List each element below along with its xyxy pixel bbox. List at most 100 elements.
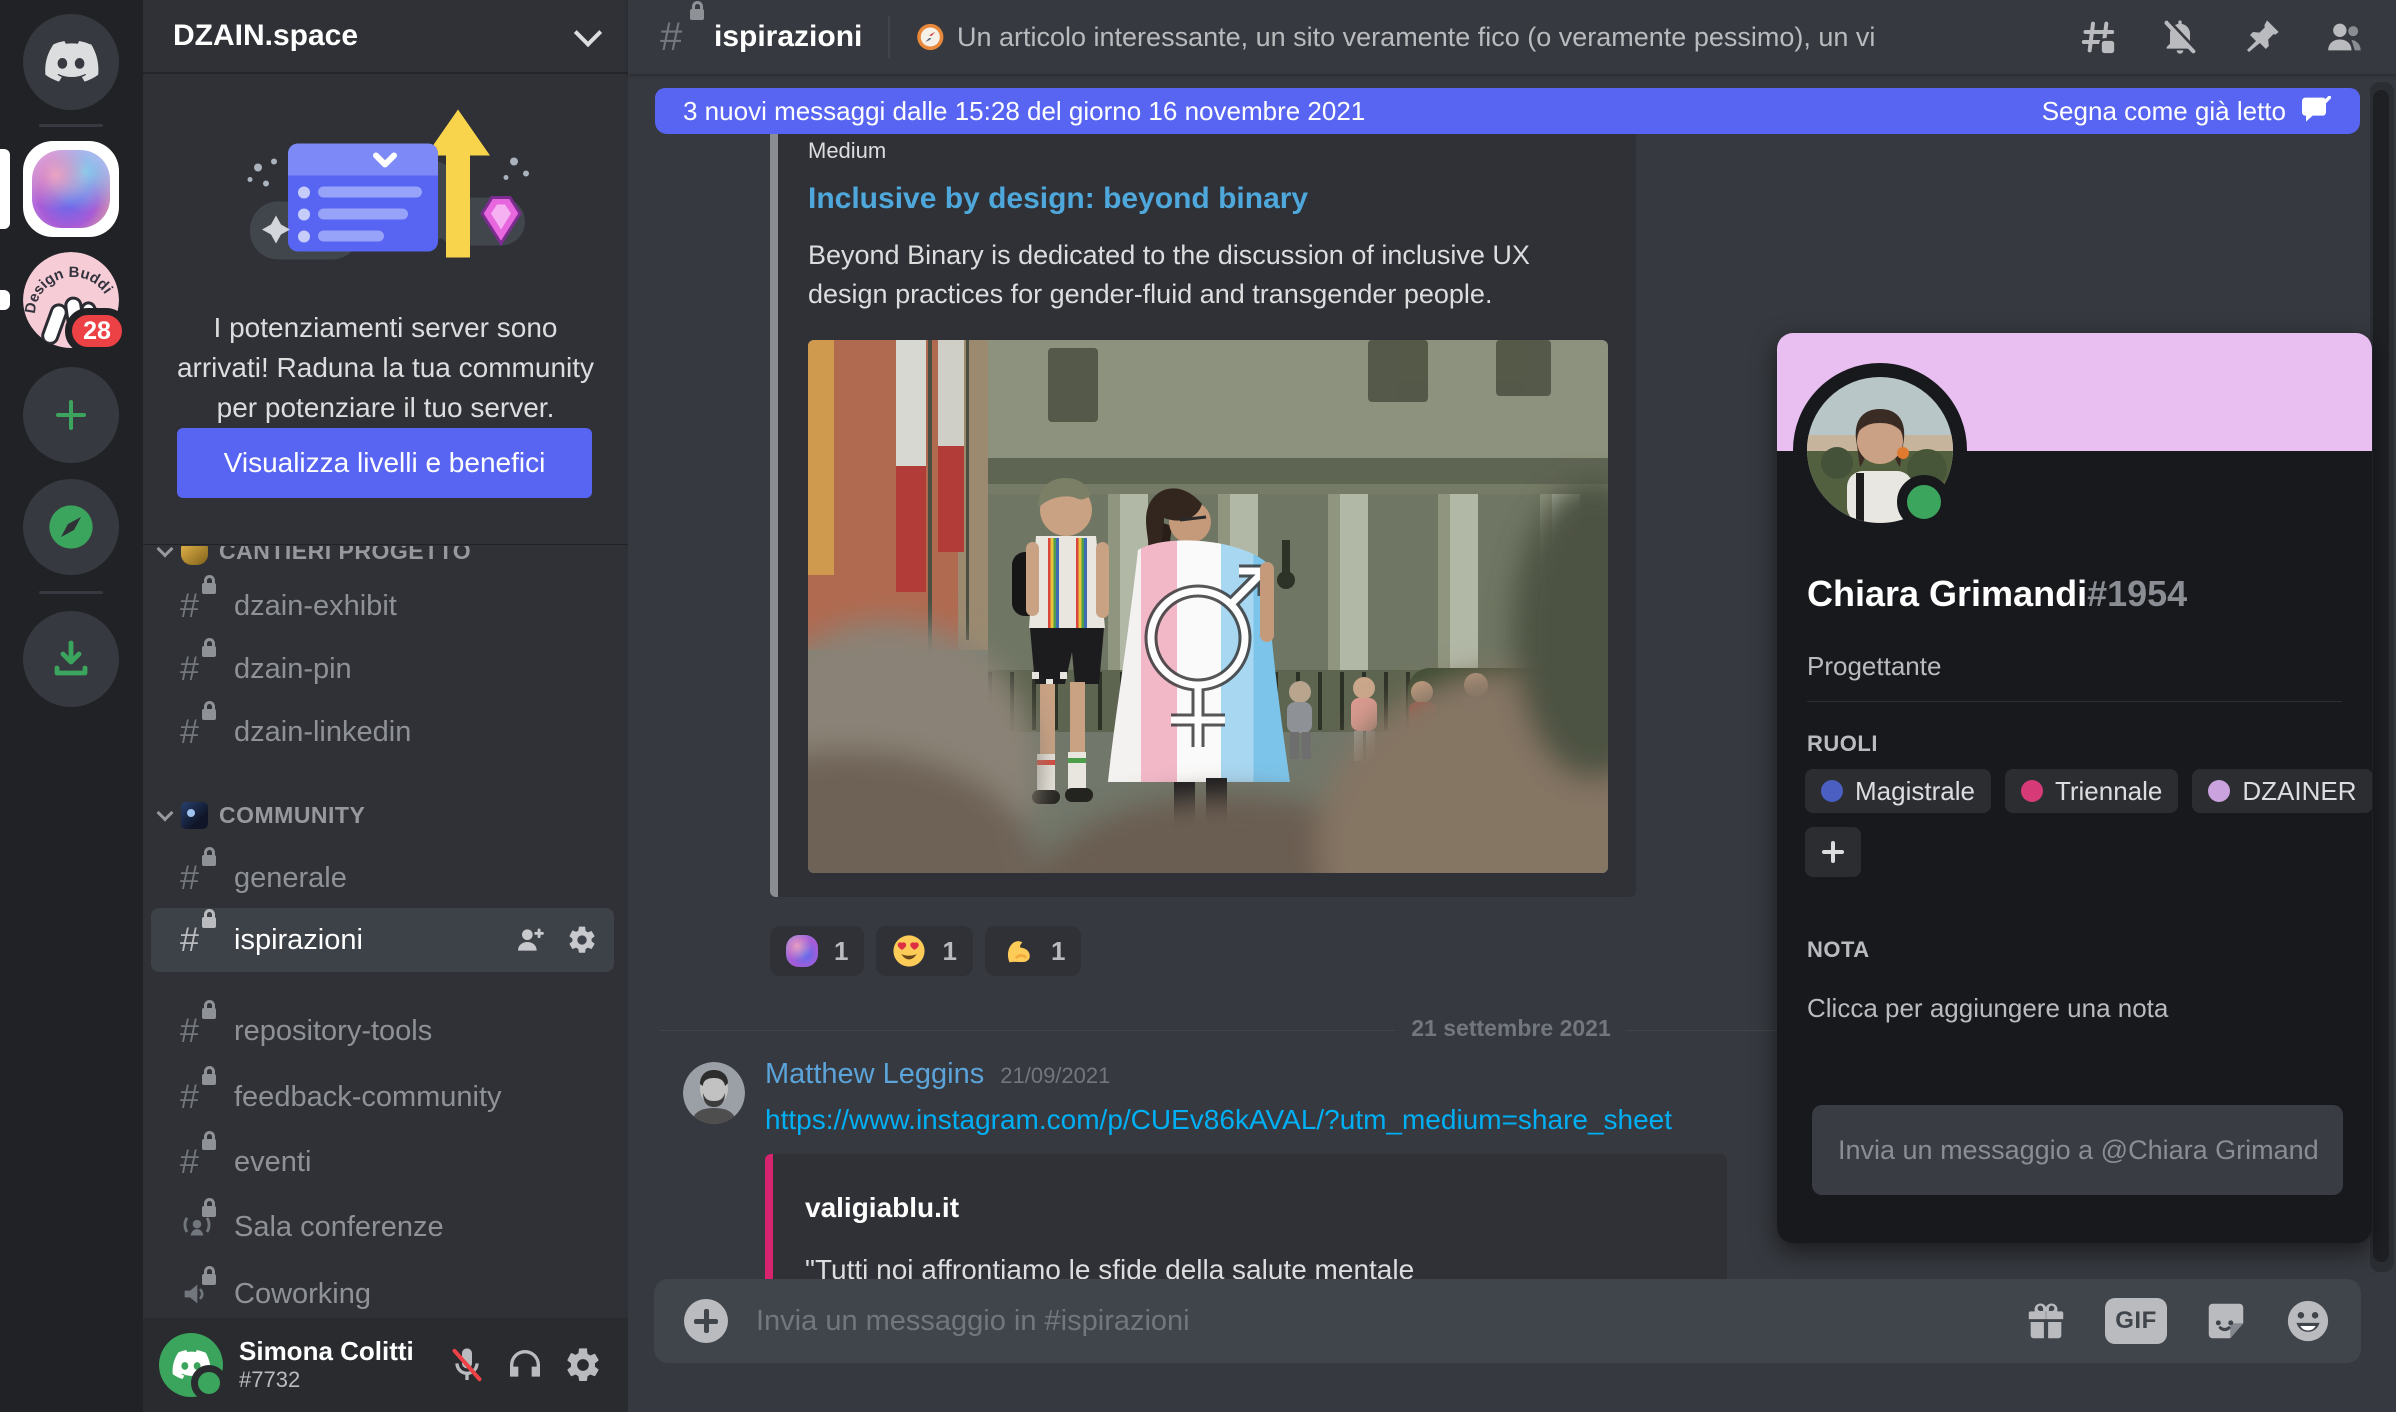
pinned-messages-button[interactable]	[2242, 17, 2282, 57]
user-discriminator: #7732	[239, 1367, 414, 1392]
heart-eyes-emoji	[892, 934, 926, 968]
sticker-picker-button[interactable]	[2203, 1298, 2249, 1344]
boost-cta-button[interactable]: Visualizza livelli e benefici	[177, 428, 592, 498]
hash-lock-icon: #	[180, 587, 218, 626]
rail-separator	[39, 124, 103, 127]
channel-topic[interactable]: Un articolo interessante, un sito verame…	[916, 20, 1876, 54]
dzain-blob-logo	[32, 150, 110, 228]
channel-generale[interactable]: # generale	[151, 847, 614, 909]
medium-embed: Medium Inclusive by design: beyond binar…	[770, 118, 1636, 897]
reaction-flex[interactable]: 1	[985, 926, 1081, 976]
channel-sidebar: DZAIN.space I potenziamenti server sono …	[143, 0, 628, 1412]
role-pill-triennale: Triennale	[2005, 769, 2178, 813]
embed-provider: Medium	[808, 138, 1608, 164]
channel-eventi[interactable]: # eventi	[151, 1131, 614, 1193]
hash-lock-icon: #	[660, 15, 704, 60]
server-icon-design-buddies[interactable]: Design Buddies 28	[23, 252, 119, 348]
online-status-dot	[1897, 475, 1951, 529]
channel-dzain-linkedin[interactable]: # dzain-linkedin	[151, 701, 614, 763]
hash-lock-icon: #	[180, 1012, 218, 1051]
channel-list: CANTIERI PROGETTO # dzain-exhibit # dzai…	[143, 546, 628, 1318]
discord-app: Design Buddies 28 DZAIN.space	[0, 0, 2396, 1412]
rail-separator	[39, 591, 103, 594]
embed-description: Beyond Binary is dedicated to the discus…	[808, 236, 1568, 314]
mention-badge: 28	[65, 308, 129, 354]
attach-plus-icon[interactable]	[684, 1299, 728, 1343]
hash-lock-icon: #	[180, 1078, 218, 1117]
channel-sala-conferenze[interactable]: Sala conferenze	[151, 1196, 614, 1258]
hash-lock-icon: #	[180, 650, 218, 689]
server-rail: Design Buddies 28	[0, 0, 143, 1412]
category-community[interactable]: COMMUNITY	[157, 800, 614, 830]
channel-coworking[interactable]: Coworking	[151, 1263, 614, 1318]
dzain-blob-emoji	[786, 935, 818, 967]
invite-people-icon[interactable]	[514, 924, 546, 956]
threads-button[interactable]	[2078, 17, 2118, 57]
user-settings-button[interactable]	[554, 1336, 612, 1394]
role-dot	[2208, 780, 2230, 802]
microphone-muted-icon	[447, 1345, 487, 1385]
gif-icon: GIF	[2105, 1298, 2167, 1344]
username: Simona Colitti	[239, 1337, 414, 1367]
server-header[interactable]: DZAIN.space	[143, 0, 628, 74]
download-apps-button[interactable]	[23, 611, 119, 707]
reactions-row: 1 1 1	[770, 926, 1081, 976]
user-identity[interactable]: Simona Colitti #7732	[239, 1337, 414, 1392]
reaction-heart-eyes[interactable]: 1	[876, 926, 972, 976]
pin-icon	[2242, 17, 2282, 57]
emoji-picker-button[interactable]	[2285, 1298, 2331, 1344]
dm-input[interactable]: Invia un messaggio a @Chiara Grimandi	[1812, 1105, 2343, 1195]
instagram-link[interactable]: https://www.instagram.com/p/CUEv86kAVAL/…	[765, 1104, 1672, 1136]
hash-lock-icon: #	[180, 1143, 218, 1182]
channel-repository-tools[interactable]: # repository-tools	[151, 1000, 614, 1062]
embed-image[interactable]	[808, 340, 1608, 873]
message-input-bar[interactable]: Invia un messaggio in #ispirazioni GIF	[654, 1279, 2361, 1363]
member-list-button[interactable]	[2324, 17, 2364, 57]
note-field[interactable]: Clicca per aggiungere una nota	[1807, 993, 2168, 1024]
selected-server-indicator	[0, 149, 10, 229]
channel-dzain-exhibit[interactable]: # dzain-exhibit	[151, 575, 614, 637]
message-input[interactable]: Invia un messaggio in #ispirazioni	[756, 1305, 2003, 1338]
header-divider	[888, 16, 890, 58]
avatar-matthew[interactable]	[683, 1062, 745, 1124]
add-role-button[interactable]	[1805, 827, 1861, 877]
server-icon-dzain[interactable]	[23, 141, 119, 237]
embed-site-name: valigiablu.it	[805, 1192, 1695, 1224]
embed-title-link[interactable]: Inclusive by design: beyond binary	[808, 182, 1608, 216]
notification-settings-button[interactable]	[2160, 17, 2200, 57]
mark-as-read-button[interactable]: Segna come già letto	[2042, 96, 2332, 127]
message-header: Matthew Leggins 21/09/2021	[765, 1058, 1110, 1091]
category-cantieri-progetto[interactable]: CANTIERI PROGETTO	[157, 546, 614, 566]
bell-muted-icon	[2160, 17, 2200, 57]
chat-header: # ispirazioni Un articolo interessante, …	[628, 0, 2396, 74]
home-button[interactable]	[23, 14, 119, 110]
boost-promo: I potenziamenti server sono arrivati! Ra…	[143, 76, 628, 545]
download-icon	[47, 635, 95, 683]
explore-servers-button[interactable]	[23, 479, 119, 575]
scrollbar-thumb[interactable]	[2373, 90, 2389, 1262]
author-name[interactable]: Matthew Leggins	[765, 1058, 984, 1091]
gift-button[interactable]	[2023, 1298, 2069, 1344]
channel-dzain-pin[interactable]: # dzain-pin	[151, 638, 614, 700]
deafen-button[interactable]	[496, 1336, 554, 1394]
mute-microphone-button[interactable]	[438, 1336, 496, 1394]
plus-icon	[1822, 841, 1844, 863]
profile-discriminator: #1954	[2087, 573, 2187, 614]
compass-icon	[45, 501, 97, 553]
user-avatar[interactable]	[159, 1333, 223, 1397]
server-name: DZAIN.space	[173, 19, 578, 53]
channel-ispirazioni-selected[interactable]: # ispirazioni	[151, 908, 614, 972]
plus-icon	[56, 400, 86, 430]
headphones-icon	[505, 1345, 545, 1385]
flex-biceps-emoji	[1001, 934, 1035, 968]
sticker-icon	[2203, 1298, 2249, 1344]
emoji-smiley-icon	[2285, 1298, 2331, 1344]
matthew-avatar-photo	[683, 1062, 745, 1124]
gif-picker-button[interactable]: GIF	[2105, 1298, 2167, 1344]
channel-settings-gear-icon[interactable]	[566, 924, 598, 956]
channel-feedback-community[interactable]: # feedback-community	[151, 1066, 614, 1128]
new-messages-bar[interactable]: 3 nuovi messaggi dalle 15:28 del giorno …	[655, 88, 2360, 134]
new-messages-text[interactable]: 3 nuovi messaggi dalle 15:28 del giorno …	[683, 96, 1365, 127]
reaction-dzain-blob[interactable]: 1	[770, 926, 864, 976]
add-server-button[interactable]	[23, 367, 119, 463]
